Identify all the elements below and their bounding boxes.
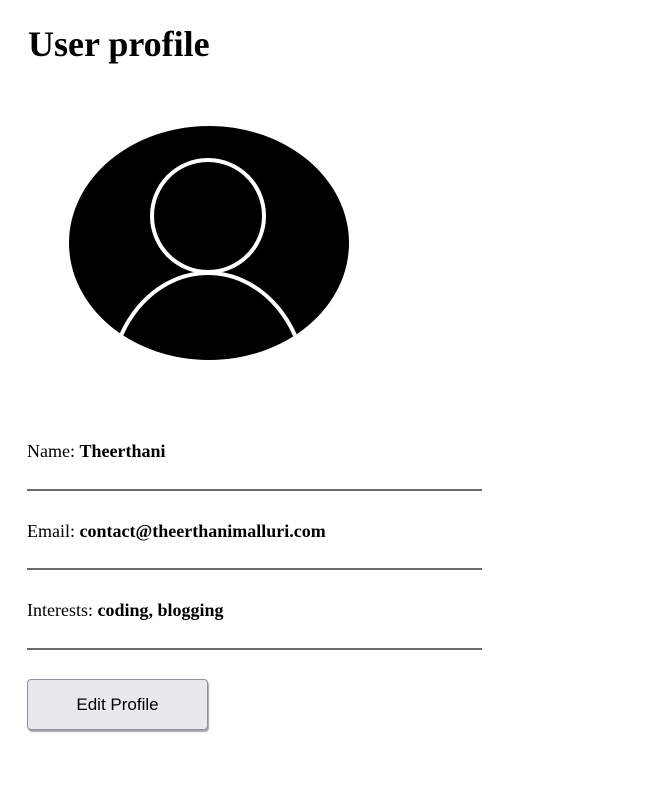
interests-label: Interests: [27,600,98,620]
interests-value: coding, blogging [97,600,224,620]
email-field: Email: contact@theerthanimalluri.com [27,520,482,542]
name-value: Theerthani [79,441,166,461]
email-label: Email: [27,521,80,541]
user-silhouette-icon [69,126,349,360]
email-divider [27,568,482,570]
page-title: User profile [28,24,210,64]
profile-page: User profile Name: Theerthani Email: con… [0,0,649,812]
name-field: Name: Theerthani [27,440,482,462]
interests-field: Interests: coding, blogging [27,599,482,621]
name-label: Name: [27,441,80,461]
edit-profile-button[interactable]: Edit Profile [27,679,208,730]
email-value: contact@theerthanimalluri.com [79,521,326,541]
avatar [67,124,351,362]
name-divider [27,489,482,491]
interests-divider [27,648,482,650]
